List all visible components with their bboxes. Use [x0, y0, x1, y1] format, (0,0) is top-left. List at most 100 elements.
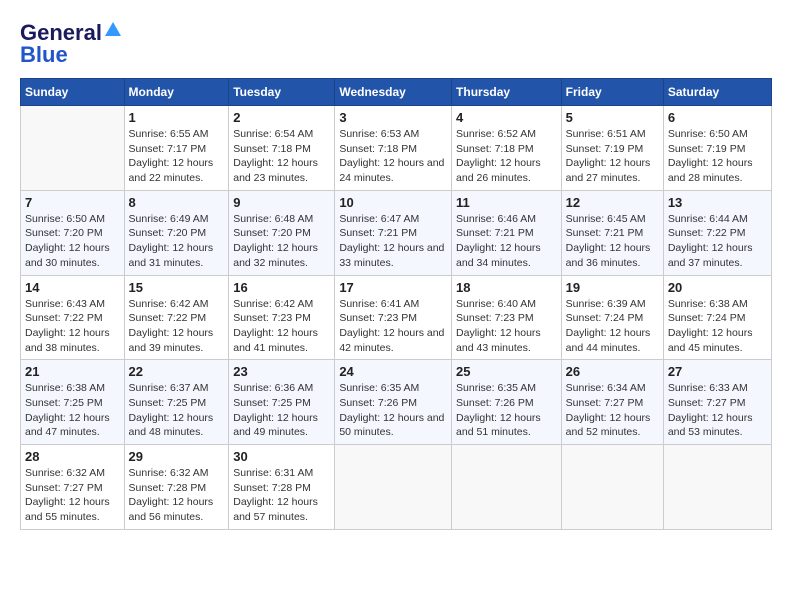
day-cell: 20 Sunrise: 6:38 AMSunset: 7:24 PMDayligh… — [663, 275, 771, 360]
day-number: 15 — [129, 280, 225, 295]
day-info: Sunrise: 6:54 AMSunset: 7:18 PMDaylight:… — [233, 127, 330, 186]
day-info: Sunrise: 6:35 AMSunset: 7:26 PMDaylight:… — [456, 381, 557, 440]
day-cell: 11Sunrise: 6:46 AMSunset: 7:21 PMDayligh… — [452, 190, 562, 275]
day-cell: 6 Sunrise: 6:50 AMSunset: 7:19 PMDaylight… — [663, 106, 771, 191]
day-info: Sunrise: 6:42 AMSunset: 7:23 PMDaylight:… — [233, 297, 330, 356]
col-header-thursday: Thursday — [452, 79, 562, 106]
day-info: Sunrise: 6:31 AMSunset: 7:28 PMDaylight:… — [233, 466, 330, 525]
logo-icon — [103, 20, 123, 40]
week-row-4: 21 Sunrise: 6:38 AMSunset: 7:25 PMDayligh… — [21, 360, 772, 445]
day-cell: 4 Sunrise: 6:52 AMSunset: 7:18 PMDaylight… — [452, 106, 562, 191]
week-row-5: 28 Sunrise: 6:32 AMSunset: 7:27 PMDayligh… — [21, 445, 772, 530]
day-cell: 16 Sunrise: 6:42 AMSunset: 7:23 PMDayligh… — [229, 275, 335, 360]
day-number: 11 — [456, 195, 557, 210]
day-info: Sunrise: 6:45 AMSunset: 7:21 PMDaylight:… — [566, 212, 659, 271]
col-header-saturday: Saturday — [663, 79, 771, 106]
day-number: 12 — [566, 195, 659, 210]
day-info: Sunrise: 6:41 AMSunset: 7:23 PMDaylight:… — [339, 297, 447, 356]
day-cell: 17 Sunrise: 6:41 AMSunset: 7:23 PMDayligh… — [335, 275, 452, 360]
day-cell — [335, 445, 452, 530]
day-number: 23 — [233, 364, 330, 379]
day-number: 27 — [668, 364, 767, 379]
day-number: 5 — [566, 110, 659, 125]
day-number: 22 — [129, 364, 225, 379]
day-cell — [452, 445, 562, 530]
day-info: Sunrise: 6:42 AMSunset: 7:22 PMDaylight:… — [129, 297, 225, 356]
day-cell: 15 Sunrise: 6:42 AMSunset: 7:22 PMDayligh… — [124, 275, 229, 360]
day-info: Sunrise: 6:49 AMSunset: 7:20 PMDaylight:… — [129, 212, 225, 271]
day-info: Sunrise: 6:32 AMSunset: 7:27 PMDaylight:… — [25, 466, 120, 525]
day-number: 13 — [668, 195, 767, 210]
col-header-wednesday: Wednesday — [335, 79, 452, 106]
day-number: 25 — [456, 364, 557, 379]
day-cell: 18 Sunrise: 6:40 AMSunset: 7:23 PMDayligh… — [452, 275, 562, 360]
day-cell: 30 Sunrise: 6:31 AMSunset: 7:28 PMDayligh… — [229, 445, 335, 530]
col-header-friday: Friday — [561, 79, 663, 106]
day-info: Sunrise: 6:33 AMSunset: 7:27 PMDaylight:… — [668, 381, 767, 440]
day-number: 1 — [129, 110, 225, 125]
day-number: 8 — [129, 195, 225, 210]
day-info: Sunrise: 6:55 AMSunset: 7:17 PMDaylight:… — [129, 127, 225, 186]
day-cell — [561, 445, 663, 530]
header-row: SundayMondayTuesdayWednesdayThursdayFrid… — [21, 79, 772, 106]
day-info: Sunrise: 6:50 AMSunset: 7:20 PMDaylight:… — [25, 212, 120, 271]
day-number: 19 — [566, 280, 659, 295]
day-number: 4 — [456, 110, 557, 125]
day-info: Sunrise: 6:50 AMSunset: 7:19 PMDaylight:… — [668, 127, 767, 186]
day-cell: 3Sunrise: 6:53 AMSunset: 7:18 PMDaylight… — [335, 106, 452, 191]
day-cell: 12 Sunrise: 6:45 AMSunset: 7:21 PMDayligh… — [561, 190, 663, 275]
day-cell: 5Sunrise: 6:51 AMSunset: 7:19 PMDaylight… — [561, 106, 663, 191]
day-info: Sunrise: 6:38 AMSunset: 7:24 PMDaylight:… — [668, 297, 767, 356]
day-number: 6 — [668, 110, 767, 125]
day-cell: 9 Sunrise: 6:48 AMSunset: 7:20 PMDaylight… — [229, 190, 335, 275]
day-info: Sunrise: 6:34 AMSunset: 7:27 PMDaylight:… — [566, 381, 659, 440]
day-info: Sunrise: 6:38 AMSunset: 7:25 PMDaylight:… — [25, 381, 120, 440]
day-info: Sunrise: 6:48 AMSunset: 7:20 PMDaylight:… — [233, 212, 330, 271]
day-cell: 26 Sunrise: 6:34 AMSunset: 7:27 PMDayligh… — [561, 360, 663, 445]
day-info: Sunrise: 6:52 AMSunset: 7:18 PMDaylight:… — [456, 127, 557, 186]
day-cell: 8 Sunrise: 6:49 AMSunset: 7:20 PMDaylight… — [124, 190, 229, 275]
day-cell: 13Sunrise: 6:44 AMSunset: 7:22 PMDayligh… — [663, 190, 771, 275]
day-number: 21 — [25, 364, 120, 379]
logo-blue-text: Blue — [20, 42, 68, 68]
day-number: 7 — [25, 195, 120, 210]
day-cell: 2Sunrise: 6:54 AMSunset: 7:18 PMDaylight… — [229, 106, 335, 191]
logo: General Blue — [20, 20, 123, 68]
day-cell: 25 Sunrise: 6:35 AMSunset: 7:26 PMDayligh… — [452, 360, 562, 445]
col-header-sunday: Sunday — [21, 79, 125, 106]
day-info: Sunrise: 6:47 AMSunset: 7:21 PMDaylight:… — [339, 212, 447, 271]
day-cell: 23 Sunrise: 6:36 AMSunset: 7:25 PMDayligh… — [229, 360, 335, 445]
day-info: Sunrise: 6:39 AMSunset: 7:24 PMDaylight:… — [566, 297, 659, 356]
day-info: Sunrise: 6:35 AMSunset: 7:26 PMDaylight:… — [339, 381, 447, 440]
day-cell — [663, 445, 771, 530]
day-cell: 10 Sunrise: 6:47 AMSunset: 7:21 PMDayligh… — [335, 190, 452, 275]
day-number: 18 — [456, 280, 557, 295]
day-number: 9 — [233, 195, 330, 210]
day-number: 28 — [25, 449, 120, 464]
day-number: 17 — [339, 280, 447, 295]
day-cell: 14 Sunrise: 6:43 AMSunset: 7:22 PMDayligh… — [21, 275, 125, 360]
day-cell: 19 Sunrise: 6:39 AMSunset: 7:24 PMDayligh… — [561, 275, 663, 360]
page-header: General Blue — [20, 20, 772, 68]
day-number: 14 — [25, 280, 120, 295]
day-info: Sunrise: 6:40 AMSunset: 7:23 PMDaylight:… — [456, 297, 557, 356]
week-row-1: 1 Sunrise: 6:55 AMSunset: 7:17 PMDaylight… — [21, 106, 772, 191]
week-row-2: 7 Sunrise: 6:50 AMSunset: 7:20 PMDaylight… — [21, 190, 772, 275]
day-number: 20 — [668, 280, 767, 295]
calendar-table: SundayMondayTuesdayWednesdayThursdayFrid… — [20, 78, 772, 530]
day-cell — [21, 106, 125, 191]
day-number: 24 — [339, 364, 447, 379]
day-info: Sunrise: 6:32 AMSunset: 7:28 PMDaylight:… — [129, 466, 225, 525]
col-header-tuesday: Tuesday — [229, 79, 335, 106]
col-header-monday: Monday — [124, 79, 229, 106]
day-cell: 21 Sunrise: 6:38 AMSunset: 7:25 PMDayligh… — [21, 360, 125, 445]
day-cell: 22Sunrise: 6:37 AMSunset: 7:25 PMDayligh… — [124, 360, 229, 445]
day-info: Sunrise: 6:36 AMSunset: 7:25 PMDaylight:… — [233, 381, 330, 440]
day-info: Sunrise: 6:53 AMSunset: 7:18 PMDaylight:… — [339, 127, 447, 186]
day-cell: 28 Sunrise: 6:32 AMSunset: 7:27 PMDayligh… — [21, 445, 125, 530]
day-number: 16 — [233, 280, 330, 295]
day-number: 10 — [339, 195, 447, 210]
day-number: 30 — [233, 449, 330, 464]
day-info: Sunrise: 6:43 AMSunset: 7:22 PMDaylight:… — [25, 297, 120, 356]
day-number: 26 — [566, 364, 659, 379]
